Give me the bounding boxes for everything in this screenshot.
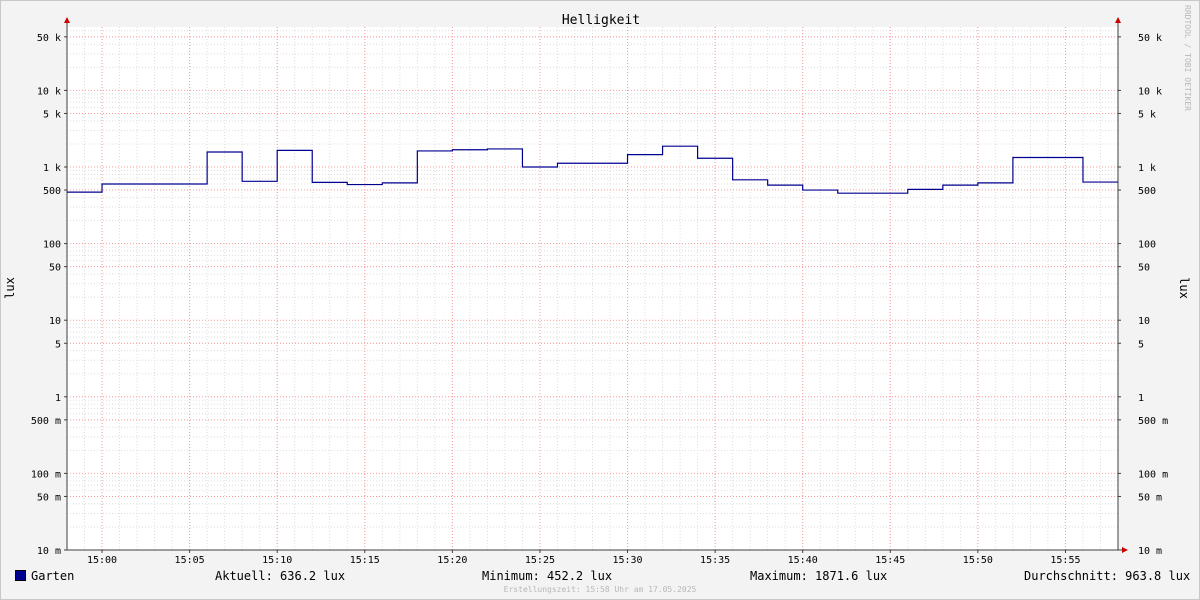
y-tick-label-right: 5 k <box>1138 109 1156 120</box>
y-tick-label-right: 1 k <box>1138 163 1156 174</box>
y-axis-label-right: lux <box>1177 277 1191 299</box>
x-tick-label: 15:10 <box>262 555 292 566</box>
x-tick-label: 15:50 <box>963 555 993 566</box>
y-tick-label-right: 500 <box>1138 186 1156 197</box>
y-tick-label-right: 50 m <box>1138 492 1162 503</box>
stat-current: Aktuell: 636.2 lux <box>215 569 346 583</box>
x-axis: 15:00 15:05 15:10 15:15 15:20 15:25 15:30 15:35… <box>87 550 1081 566</box>
y-tick-label-left: 50 k <box>37 33 61 44</box>
y-axis-arrow-left <box>64 17 70 23</box>
chart-title: Helligkeit <box>562 13 640 28</box>
stat-average: Durchschnitt: 963.8 lux <box>1024 569 1191 583</box>
legend: Garten Aktuell: 636.2 lux Minimum: 452.2… <box>1 568 1199 586</box>
y-tick-label-left: 500 m <box>31 416 61 427</box>
y-tick-label-left: 10 <box>49 316 61 327</box>
minor-grid <box>66 27 1119 550</box>
y-tick-label-right: 50 <box>1138 263 1150 274</box>
y-tick-label-left: 1 <box>55 393 61 404</box>
y-tick-label-left: 500 <box>43 186 61 197</box>
stat-maximum: Maximum: 1871.6 lux <box>750 569 888 583</box>
legend-swatch <box>15 570 26 581</box>
brightness-chart: 50 k 10 k 5 k 1 k 500 100 50 10 5 1 500 m 100 m 50 m… <box>3 13 1191 566</box>
y-tick-label-left: 50 <box>49 263 61 274</box>
y-tick-label-left: 5 <box>55 339 61 350</box>
x-tick-label: 15:05 <box>175 555 205 566</box>
y-tick-label-right: 100 <box>1138 240 1156 251</box>
x-tick-label: 15:35 <box>700 555 730 566</box>
graph-frame: 50 k 10 k 5 k 1 k 500 100 50 10 5 1 500 m 100 m 50 m… <box>0 0 1200 600</box>
y-tick-label-right: 10 m <box>1138 546 1162 557</box>
y-axis-right: 50 k 10 k 5 k 1 k 500 100 50 10 5 1 500 m 100 m 50 m… <box>1118 33 1168 557</box>
y-tick-label-right: 1 <box>1138 393 1144 404</box>
y-axis-left: 50 k 10 k 5 k 1 k 500 100 50 10 5 1 500 m 100 m 50 m… <box>31 33 67 557</box>
x-tick-label: 15:20 <box>437 555 467 566</box>
y-tick-label-left: 100 m <box>31 469 61 480</box>
legend-series-name: Garten <box>31 569 75 583</box>
y-tick-label-left: 10 m <box>37 546 61 557</box>
y-tick-label-right: 5 <box>1138 339 1144 350</box>
x-tick-label: 15:00 <box>87 555 117 566</box>
creation-timestamp: Erstellungszeit: 15:58 Uhr am 17.05.2025 <box>503 585 697 594</box>
y-tick-label-left: 50 m <box>37 492 61 503</box>
x-tick-label: 15:45 <box>875 555 905 566</box>
y-tick-label-right: 10 <box>1138 316 1150 327</box>
y-tick-label-left: 10 k <box>37 86 61 97</box>
y-tick-label-right: 100 m <box>1138 469 1168 480</box>
y-tick-label-right: 10 k <box>1138 86 1162 97</box>
y-tick-label-right: 50 k <box>1138 33 1162 44</box>
stat-minimum: Minimum: 452.2 lux <box>482 569 613 583</box>
x-tick-label: 15:30 <box>612 555 642 566</box>
y-axis-label-left: lux <box>3 277 17 299</box>
x-tick-label: 15:15 <box>350 555 380 566</box>
y-tick-label-left: 1 k <box>43 163 61 174</box>
y-tick-label-left: 100 <box>43 240 61 251</box>
x-tick-label: 15:55 <box>1050 555 1080 566</box>
y-tick-label-right: 500 m <box>1138 416 1168 427</box>
x-tick-label: 15:40 <box>788 555 818 566</box>
y-tick-label-left: 5 k <box>43 109 61 120</box>
y-axis-arrow-right <box>1115 17 1121 23</box>
x-tick-label: 15:25 <box>525 555 555 566</box>
x-axis-arrow <box>1122 547 1128 553</box>
watermark: RRDTOOL / TOBI OETIKER <box>1183 5 1192 111</box>
